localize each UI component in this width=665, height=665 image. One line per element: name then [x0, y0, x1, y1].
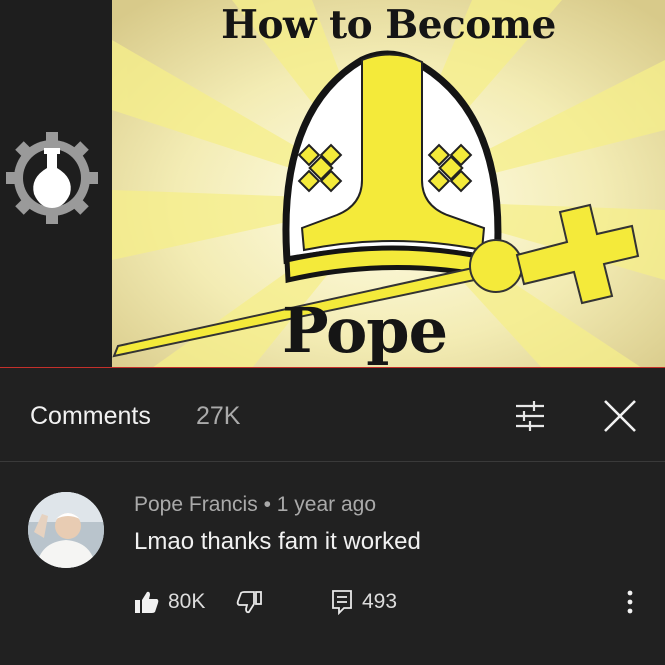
video-player[interactable]: How to Become Pope — [0, 0, 665, 368]
comment-time: 1 year ago — [276, 493, 377, 516]
thumbs-up-icon — [135, 591, 159, 613]
dislike-button[interactable] — [236, 587, 262, 617]
reply-icon — [332, 590, 352, 615]
comment-text: Lmao thanks fam it worked — [134, 528, 421, 555]
comments-header: Comments 27K — [0, 370, 665, 462]
channel-logo-strip — [0, 0, 112, 368]
like-button[interactable]: 80K — [134, 587, 205, 617]
flask-gear-logo-icon — [6, 132, 98, 224]
comment-meta: Pope Francis • 1 year ago — [134, 493, 376, 517]
video-progress-bar[interactable] — [0, 367, 665, 368]
comment-author[interactable]: Pope Francis — [134, 493, 258, 516]
thumbs-down-icon — [236, 591, 262, 614]
thumbnail-title: How to Become — [221, 2, 556, 48]
more-options-button[interactable] — [618, 587, 642, 617]
reply-count: 493 — [362, 590, 398, 613]
sliders-icon[interactable] — [510, 398, 550, 434]
reply-button[interactable]: 493 — [330, 587, 397, 617]
comment-item: Pope Francis • 1 year ago Lmao thanks fa… — [0, 463, 665, 665]
meta-separator: • — [257, 493, 277, 516]
comments-count: 27K — [196, 402, 241, 430]
avatar-image — [28, 492, 104, 568]
like-count: 80K — [168, 590, 206, 613]
more-vertical-icon — [627, 590, 633, 614]
thumbnail-subtitle: Pope — [282, 294, 448, 367]
avatar[interactable] — [28, 492, 104, 568]
comments-title: Comments — [30, 402, 151, 430]
video-thumbnail[interactable]: How to Become Pope — [112, 0, 665, 368]
close-icon[interactable] — [600, 396, 640, 436]
